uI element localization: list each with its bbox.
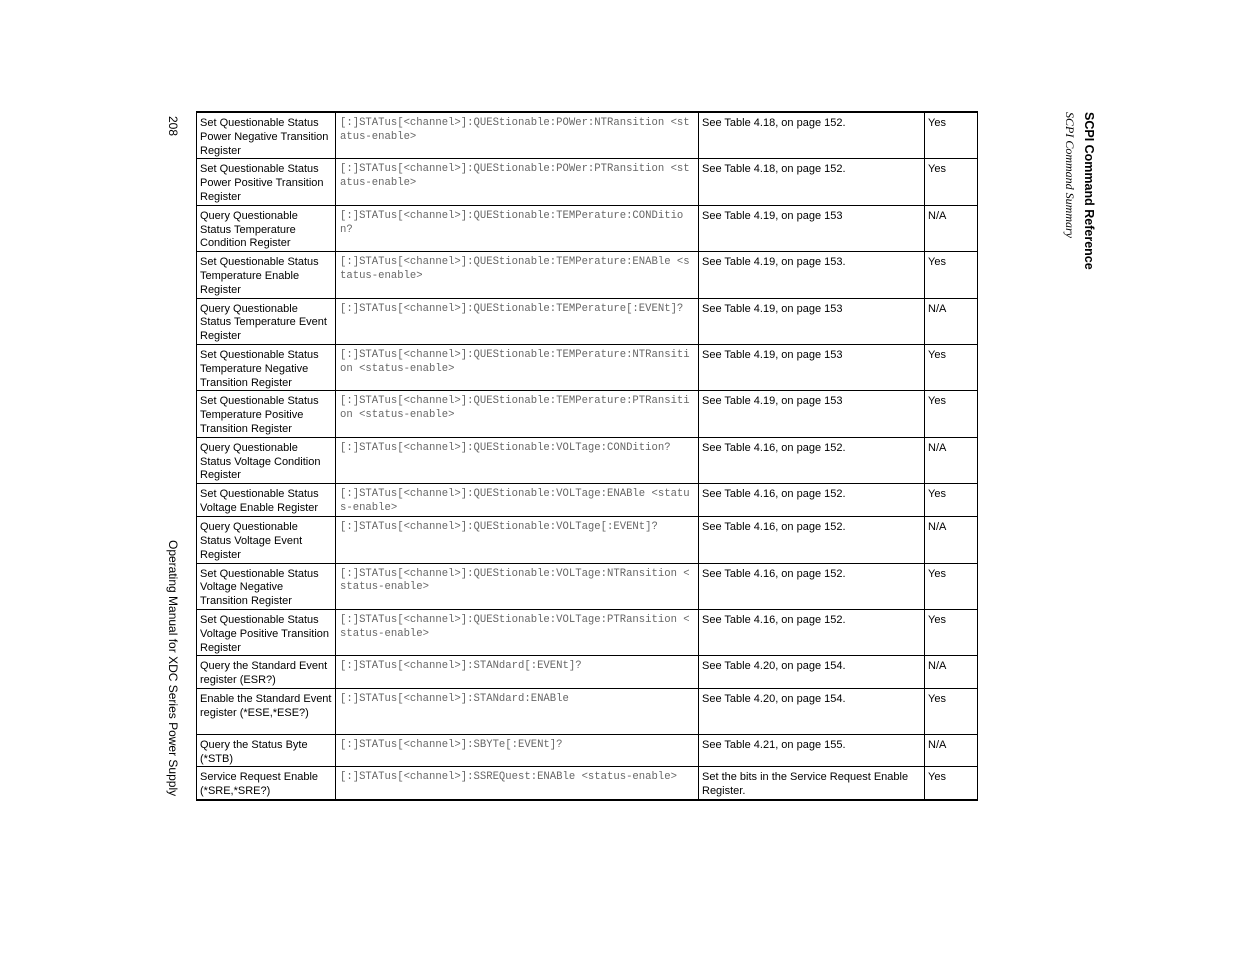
function-cell: Set Questionable Status Temperature Posi…	[196, 390, 336, 438]
description-cell: See Table 4.19, on page 153	[698, 390, 925, 438]
function-cell: Set Questionable Status Temperature Enab…	[196, 251, 336, 299]
command-cell: [:]STATus[<channel>]:QUEStionable:VOLTag…	[335, 516, 699, 564]
command-cell: [:]STATus[<channel>]:QUEStionable:TEMPer…	[335, 251, 699, 299]
description-cell: See Table 4.18, on page 152.	[698, 111, 925, 160]
section-title: SCPI Command Reference	[1082, 112, 1096, 270]
table-row: Enable the Standard Event register (*ESE…	[196, 687, 978, 735]
table-row: Set Questionable Status Temperature Enab…	[196, 251, 978, 299]
table-row: Set Questionable Status Voltage Negative…	[196, 562, 978, 610]
description-cell: See Table 4.19, on page 153	[698, 297, 925, 345]
description-cell: See Table 4.18, on page 152.	[698, 158, 925, 206]
table-row: Set Questionable Status Temperature Posi…	[196, 390, 978, 438]
function-cell: Set Questionable Status Voltage Positive…	[196, 608, 336, 657]
flag-cell: Yes	[924, 483, 978, 518]
flag-cell: Yes	[924, 562, 978, 610]
function-cell: Query the Status Byte (*STB)	[196, 733, 336, 768]
command-cell: [:]STATus[<channel>]:SSREQuest:ENABle <s…	[335, 766, 699, 801]
command-cell: [:]STATus[<channel>]:QUEStionable:VOLTag…	[335, 562, 699, 610]
section-subtitle: SCPI Command Summary	[1063, 112, 1077, 238]
description-cell: See Table 4.16, on page 152.	[698, 436, 925, 485]
flag-cell: N/A	[924, 297, 978, 345]
function-cell: Set Questionable Status Voltage Enable R…	[196, 483, 336, 518]
flag-cell: Yes	[924, 158, 978, 206]
command-cell: [:]STATus[<channel>]:QUEStionable:POWer:…	[335, 158, 699, 206]
command-cell: [:]STATus[<channel>]:QUEStionable:TEMPer…	[335, 297, 699, 345]
description-cell: See Table 4.19, on page 153.	[698, 251, 925, 299]
flag-cell: Yes	[924, 608, 978, 657]
table-row: Query Questionable Status Voltage Condit…	[196, 436, 978, 485]
command-cell: [:]STATus[<channel>]:QUEStionable:TEMPer…	[335, 204, 699, 253]
function-cell: Query Questionable Status Temperature Ev…	[196, 297, 336, 345]
flag-cell: Yes	[924, 251, 978, 299]
command-cell: [:]STATus[<channel>]:STANdard:ENABle	[335, 687, 699, 735]
function-cell: Service Request Enable (*SRE,*SRE?)	[196, 766, 336, 801]
function-cell: Enable the Standard Event register (*ESE…	[196, 687, 336, 735]
function-cell: Query Questionable Status Voltage Event …	[196, 516, 336, 564]
function-cell: Set Questionable Status Power Negative T…	[196, 111, 336, 160]
command-cell: [:]STATus[<channel>]:STANdard[:EVENt]?	[335, 655, 699, 689]
command-cell: [:]STATus[<channel>]:QUEStionable:VOLTag…	[335, 436, 699, 485]
function-cell: Query Questionable Status Voltage Condit…	[196, 436, 336, 485]
flag-cell: N/A	[924, 655, 978, 689]
function-cell: Query the Standard Event register (ESR?)	[196, 655, 336, 689]
command-table: Set Questionable Status Power Negative T…	[196, 111, 978, 802]
function-cell: Query Questionable Status Temperature Co…	[196, 204, 336, 253]
command-cell: [:]STATus[<channel>]:QUEStionable:TEMPer…	[335, 390, 699, 438]
function-cell: Set Questionable Status Temperature Nega…	[196, 343, 336, 392]
table-row: Set Questionable Status Temperature Nega…	[196, 343, 978, 392]
command-cell: [:]STATus[<channel>]:SBYTe[:EVENt]?	[335, 733, 699, 768]
table-row: Query Questionable Status Temperature Co…	[196, 204, 978, 253]
function-cell: Set Questionable Status Voltage Negative…	[196, 562, 336, 610]
page-footer: Operating Manual for XDC Series Power Su…	[166, 540, 180, 797]
command-cell: [:]STATus[<channel>]:QUEStionable:TEMPer…	[335, 343, 699, 392]
flag-cell: N/A	[924, 516, 978, 564]
flag-cell: N/A	[924, 733, 978, 768]
table-row: Set Questionable Status Voltage Enable R…	[196, 483, 978, 518]
command-cell: [:]STATus[<channel>]:QUEStionable:POWer:…	[335, 111, 699, 160]
table-row: Set Questionable Status Voltage Positive…	[196, 608, 978, 657]
flag-cell: N/A	[924, 436, 978, 485]
flag-cell: Yes	[924, 766, 978, 801]
description-cell: See Table 4.19, on page 153	[698, 204, 925, 253]
function-cell: Set Questionable Status Power Positive T…	[196, 158, 336, 206]
description-cell: See Table 4.16, on page 152.	[698, 562, 925, 610]
table-row: Query the Status Byte (*STB) [:]STATus[<c…	[196, 733, 978, 768]
flag-cell: N/A	[924, 204, 978, 253]
flag-cell: Yes	[924, 390, 978, 438]
table-row: Query Questionable Status Voltage Event …	[196, 516, 978, 564]
flag-cell: Yes	[924, 343, 978, 392]
description-cell: See Table 4.19, on page 153	[698, 343, 925, 392]
description-cell: See Table 4.16, on page 152.	[698, 516, 925, 564]
table-row: Set Questionable Status Power Positive T…	[196, 158, 978, 206]
command-cell: [:]STATus[<channel>]:QUEStionable:VOLTag…	[335, 483, 699, 518]
page-number: 208	[166, 116, 180, 137]
table-row: Set Questionable Status Power Negative T…	[196, 111, 978, 160]
description-cell: Set the bits in the Service Request Enab…	[698, 766, 925, 801]
description-cell: See Table 4.20, on page 154.	[698, 655, 925, 689]
description-cell: See Table 4.16, on page 152.	[698, 483, 925, 518]
flag-cell: Yes	[924, 687, 978, 735]
table-row: Query Questionable Status Temperature Ev…	[196, 297, 978, 345]
description-cell: See Table 4.20, on page 154.	[698, 687, 925, 735]
flag-cell: Yes	[924, 111, 978, 160]
table-row: Query the Standard Event register (ESR?)…	[196, 655, 978, 689]
table-row: Service Request Enable (*SRE,*SRE?) [:]ST…	[196, 766, 978, 801]
description-cell: See Table 4.21, on page 155.	[698, 733, 925, 768]
document-page: 208 Operating Manual for XDC Series Powe…	[0, 0, 1235, 954]
command-cell: [:]STATus[<channel>]:QUEStionable:VOLTag…	[335, 608, 699, 657]
description-cell: See Table 4.16, on page 152.	[698, 608, 925, 657]
